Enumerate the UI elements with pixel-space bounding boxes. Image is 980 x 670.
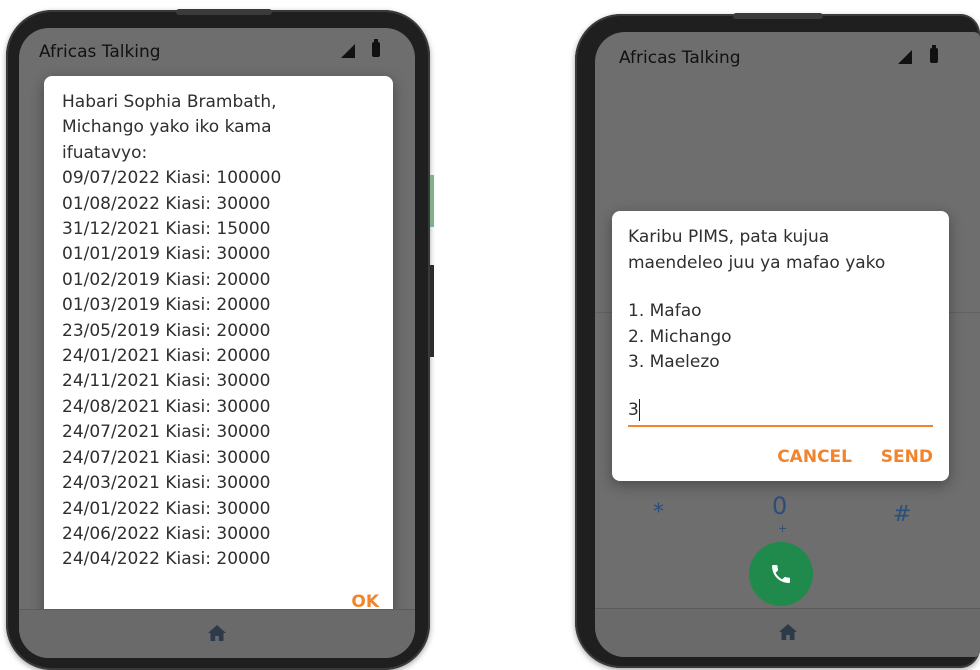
- left-phone-side-button: [430, 175, 434, 227]
- right-screen: Africas Talking * 0 + # Karibu PIMS, pat…: [595, 32, 980, 657]
- contribution-row: 31/12/2021 Kiasi: 15000: [62, 219, 271, 240]
- welcome-line: maendeleo juu ya mafao yako: [628, 253, 886, 273]
- contribution-row: 24/07/2021 Kiasi: 30000: [62, 447, 271, 468]
- welcome-line: Karibu PIMS, pata kujua: [628, 227, 830, 247]
- text-cursor: [639, 399, 640, 421]
- contribution-row: 24/04/2022 Kiasi: 20000: [62, 549, 271, 570]
- contributions-dialog: Habari Sophia Brambath, Michango yako ik…: [44, 76, 393, 628]
- message-line: Habari Sophia Brambath,: [62, 92, 277, 112]
- contribution-row: 01/01/2019 Kiasi: 30000: [62, 244, 271, 265]
- keypad-star[interactable]: *: [653, 500, 664, 525]
- contribution-row: 24/07/2021 Kiasi: 30000: [62, 422, 271, 443]
- message-body: Habari Sophia Brambath, Michango yako ik…: [62, 90, 281, 573]
- nav-bar: [595, 608, 980, 657]
- menu-option: 3. Maelezo: [628, 352, 720, 372]
- send-button[interactable]: SEND: [881, 447, 933, 467]
- app-title: Africas Talking: [39, 42, 161, 62]
- contribution-row: 01/02/2019 Kiasi: 20000: [62, 269, 271, 290]
- status-bar: Africas Talking: [595, 32, 980, 72]
- keypad-hash[interactable]: #: [893, 502, 911, 527]
- status-bar: Africas Talking: [19, 28, 415, 68]
- message-line: ifuatavyo:: [62, 142, 148, 163]
- contribution-row: 01/08/2022 Kiasi: 30000: [62, 193, 271, 214]
- call-button[interactable]: [749, 542, 813, 606]
- app-title: Africas Talking: [619, 48, 741, 68]
- right-phone: Africas Talking * 0 + # Karibu PIMS, pat…: [575, 13, 980, 668]
- contribution-row: 01/03/2019 Kiasi: 20000: [62, 295, 271, 316]
- right-phone-notch: [733, 13, 823, 19]
- response-input[interactable]: 3: [628, 395, 933, 427]
- keypad-zero[interactable]: 0: [772, 492, 787, 520]
- home-icon[interactable]: [207, 624, 227, 642]
- contribution-row: 24/01/2022 Kiasi: 30000: [62, 498, 271, 519]
- phone-icon: [772, 565, 790, 583]
- contribution-row: 09/07/2022 Kiasi: 100000: [62, 168, 282, 189]
- left-phone-side-button-2: [430, 265, 434, 357]
- left-phone: Africas Talking Habari Sophia Brambath, …: [6, 9, 434, 670]
- response-input-value: 3: [628, 400, 639, 420]
- left-screen: Africas Talking Habari Sophia Brambath, …: [19, 28, 415, 658]
- keypad-plus: +: [778, 522, 788, 535]
- contribution-row: 24/01/2021 Kiasi: 20000: [62, 346, 271, 367]
- message-line: Michango yako iko kama: [62, 117, 272, 138]
- left-phone-notch: [176, 9, 272, 15]
- ussd-dialog: Karibu PIMS, pata kujua maendeleo juu ya…: [612, 211, 949, 481]
- battery-icon: [372, 39, 380, 57]
- contribution-row: 24/08/2021 Kiasi: 30000: [62, 396, 271, 417]
- battery-icon: [930, 45, 938, 63]
- signal-icon: [898, 50, 912, 64]
- contribution-row: 24/03/2021 Kiasi: 30000: [62, 473, 271, 494]
- home-icon[interactable]: [778, 623, 798, 641]
- menu-option: 1. Mafao: [628, 301, 702, 321]
- contribution-row: 23/05/2019 Kiasi: 20000: [62, 320, 271, 341]
- menu-option: 2. Michango: [628, 327, 732, 347]
- nav-bar: [19, 609, 415, 658]
- cancel-button[interactable]: CANCEL: [777, 447, 852, 467]
- contribution-row: 24/06/2022 Kiasi: 30000: [62, 523, 271, 544]
- contribution-row: 24/11/2021 Kiasi: 30000: [62, 371, 271, 392]
- signal-icon: [341, 44, 355, 58]
